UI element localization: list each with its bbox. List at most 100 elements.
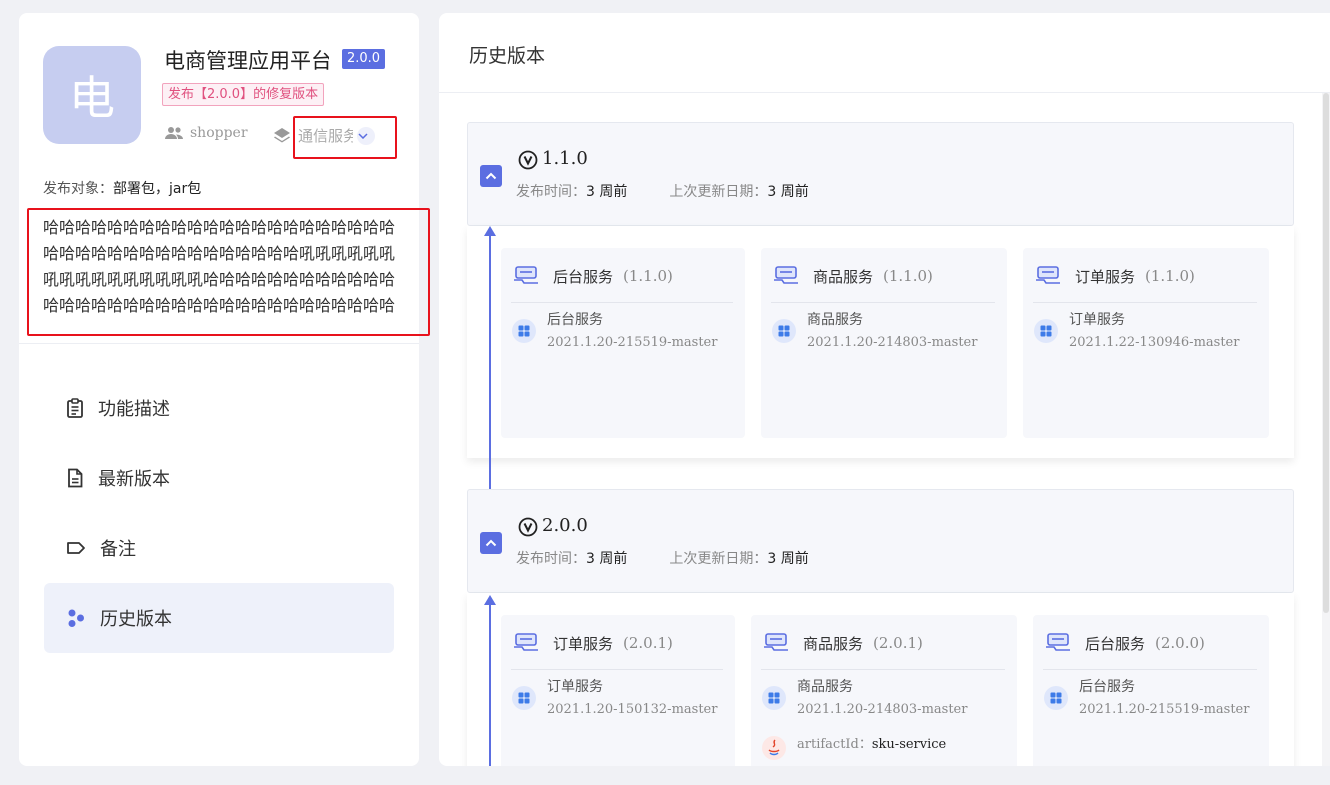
service-artifact: 商品服务 2021.1.20-214803-master <box>761 677 967 723</box>
divider <box>1043 669 1257 670</box>
service-version: (2.0.1) <box>873 634 923 652</box>
artifact-name: 商品服务 <box>797 679 853 695</box>
scrollbar-thumb[interactable] <box>1323 93 1329 613</box>
service-header: 后台服务 (1.1.0) <box>513 265 673 287</box>
version-header: 1.1.0 发布时间：3 周前 上次更新日期：3 周前 <box>467 122 1294 226</box>
divider <box>771 302 995 303</box>
service-card[interactable]: 后台服务 (2.0.0) 后台服务 2021.1.20-215519-master <box>1033 615 1269 766</box>
nav-item-function-description[interactable]: 功能描述 <box>44 373 394 443</box>
service-artifact-id: artifactId：sku-service <box>761 733 946 761</box>
service-version: (1.1.0) <box>1145 267 1195 285</box>
history-panel: 历史版本 1.1.0 发布时间：3 周前 上次更新日期：3 周前 后台服务 (1.1… <box>439 13 1330 766</box>
artifact-name: 后台服务 <box>1079 679 1135 695</box>
service-version: (1.1.0) <box>883 267 933 285</box>
version-number: 2.0.0 <box>542 515 588 536</box>
nav-label: 备注 <box>100 539 136 560</box>
artifact-build: 2021.1.20-215519-master <box>1079 702 1250 717</box>
nav-item-latest-version[interactable]: 最新版本 <box>44 443 394 513</box>
release-time-value: 3 周前 <box>586 184 628 200</box>
service-artifact: 订单服务 2021.1.22-130946-master <box>1033 310 1239 356</box>
service-version: (2.0.1) <box>623 634 673 652</box>
owner: shopper <box>164 125 248 141</box>
service-card[interactable]: 商品服务 (1.1.0) 商品服务 2021.1.20-214803-master <box>761 248 1007 438</box>
app-grid-icon <box>1044 686 1068 710</box>
artifact-name: 商品服务 <box>807 312 863 328</box>
service-name: 订单服务 <box>1075 267 1136 286</box>
artifact-build: 2021.1.20-215519-master <box>547 335 718 350</box>
service-name: 商品服务 <box>813 267 874 286</box>
updated-label: 上次更新日期： <box>669 551 768 567</box>
server-icon <box>774 266 798 284</box>
service-card[interactable]: 订单服务 (1.1.0) 订单服务 2021.1.22-130946-master <box>1023 248 1269 438</box>
server-icon <box>514 266 538 284</box>
panel-title: 历史版本 <box>469 45 546 67</box>
divider <box>1033 302 1257 303</box>
divider <box>439 92 1330 93</box>
server-icon <box>764 633 788 651</box>
version-icon <box>518 517 538 537</box>
service-name: 后台服务 <box>553 267 614 286</box>
service-card[interactable]: 订单服务 (2.0.1) 订单服务 2021.1.20-150132-master <box>501 615 735 766</box>
service-header: 后台服务 (2.0.0) <box>1045 632 1205 654</box>
release-time-value: 3 周前 <box>586 551 628 567</box>
service-version: (1.1.0) <box>623 267 673 285</box>
service-artifact: 订单服务 2021.1.20-150132-master <box>511 677 717 723</box>
service-artifact: 后台服务 2021.1.20-215519-master <box>1043 677 1249 723</box>
service-card[interactable]: 商品服务 (2.0.1) 商品服务 2021.1.20-214803-master … <box>751 615 1017 766</box>
service-artifact: 后台服务 2021.1.20-215519-master <box>511 310 717 356</box>
server-icon <box>1046 633 1070 651</box>
app-grid-icon <box>762 686 786 710</box>
service-card[interactable]: 后台服务 (1.1.0) 后台服务 2021.1.20-215519-master <box>501 248 745 438</box>
nav-item-notes[interactable]: 备注 <box>44 513 394 583</box>
updated-label: 上次更新日期： <box>669 184 768 200</box>
layers-icon <box>274 127 290 142</box>
highlight-box-description <box>27 208 430 336</box>
version-header: 2.0.0 发布时间：3 周前 上次更新日期：3 周前 <box>467 489 1294 593</box>
side-nav: 功能描述 最新版本 备注 历史版本 <box>44 373 394 653</box>
nav-label: 最新版本 <box>98 469 170 490</box>
collapse-button[interactable] <box>480 532 502 554</box>
tag-icon <box>67 542 85 554</box>
server-icon <box>514 633 538 651</box>
version-meta: 发布时间：3 周前 上次更新日期：3 周前 <box>516 181 809 201</box>
service-header: 订单服务 (1.1.0) <box>1035 265 1195 287</box>
app-title: 电商管理应用平台 <box>164 49 329 73</box>
users-icon <box>165 127 183 139</box>
version-icon <box>518 150 538 170</box>
collapse-button[interactable] <box>480 165 502 187</box>
publish-target-label: 发布对象： <box>43 181 113 197</box>
app-grid-icon <box>772 319 796 343</box>
owner-name: shopper <box>190 125 248 141</box>
app-info-panel: 电 电商管理应用平台 2.0.0 发布【2.0.0】的修复版本 shopper … <box>19 13 430 766</box>
app-grid-icon <box>512 319 536 343</box>
service-name: 商品服务 <box>803 634 864 653</box>
clipboard-icon <box>67 398 83 418</box>
services-area: 订单服务 (2.0.1) 订单服务 2021.1.20-150132-master … <box>467 593 1294 766</box>
updated-value: 3 周前 <box>767 551 809 567</box>
nav-item-history-versions[interactable]: 历史版本 <box>44 583 394 653</box>
service-header: 商品服务 (2.0.1) <box>763 632 923 654</box>
server-icon <box>1036 266 1060 284</box>
service-header: 订单服务 (2.0.1) <box>513 632 673 654</box>
service-name: 后台服务 <box>1085 634 1146 653</box>
publish-target-value: 部署包，jar包 <box>113 181 202 197</box>
app-grid-icon <box>512 686 536 710</box>
divider <box>511 302 733 303</box>
service-header: 商品服务 (1.1.0) <box>773 265 933 287</box>
document-icon <box>68 468 83 488</box>
highlight-box-category <box>293 116 397 159</box>
artifact-build: 2021.1.22-130946-master <box>1069 335 1240 350</box>
artifact-build: 2021.1.20-214803-master <box>797 702 968 717</box>
version-badge: 2.0.0 <box>342 49 386 69</box>
nav-label: 功能描述 <box>98 399 170 420</box>
artifact-id-label: artifactId： <box>797 737 872 752</box>
service-name: 订单服务 <box>553 634 614 653</box>
divider <box>19 343 419 344</box>
scrollbar[interactable] <box>1322 93 1330 766</box>
artifact-name: 订单服务 <box>1069 312 1125 328</box>
version-number: 1.1.0 <box>542 148 588 169</box>
history-icon <box>68 609 84 627</box>
timeline-line <box>489 234 491 496</box>
app-avatar: 电 <box>43 46 141 144</box>
java-icon <box>762 736 786 760</box>
